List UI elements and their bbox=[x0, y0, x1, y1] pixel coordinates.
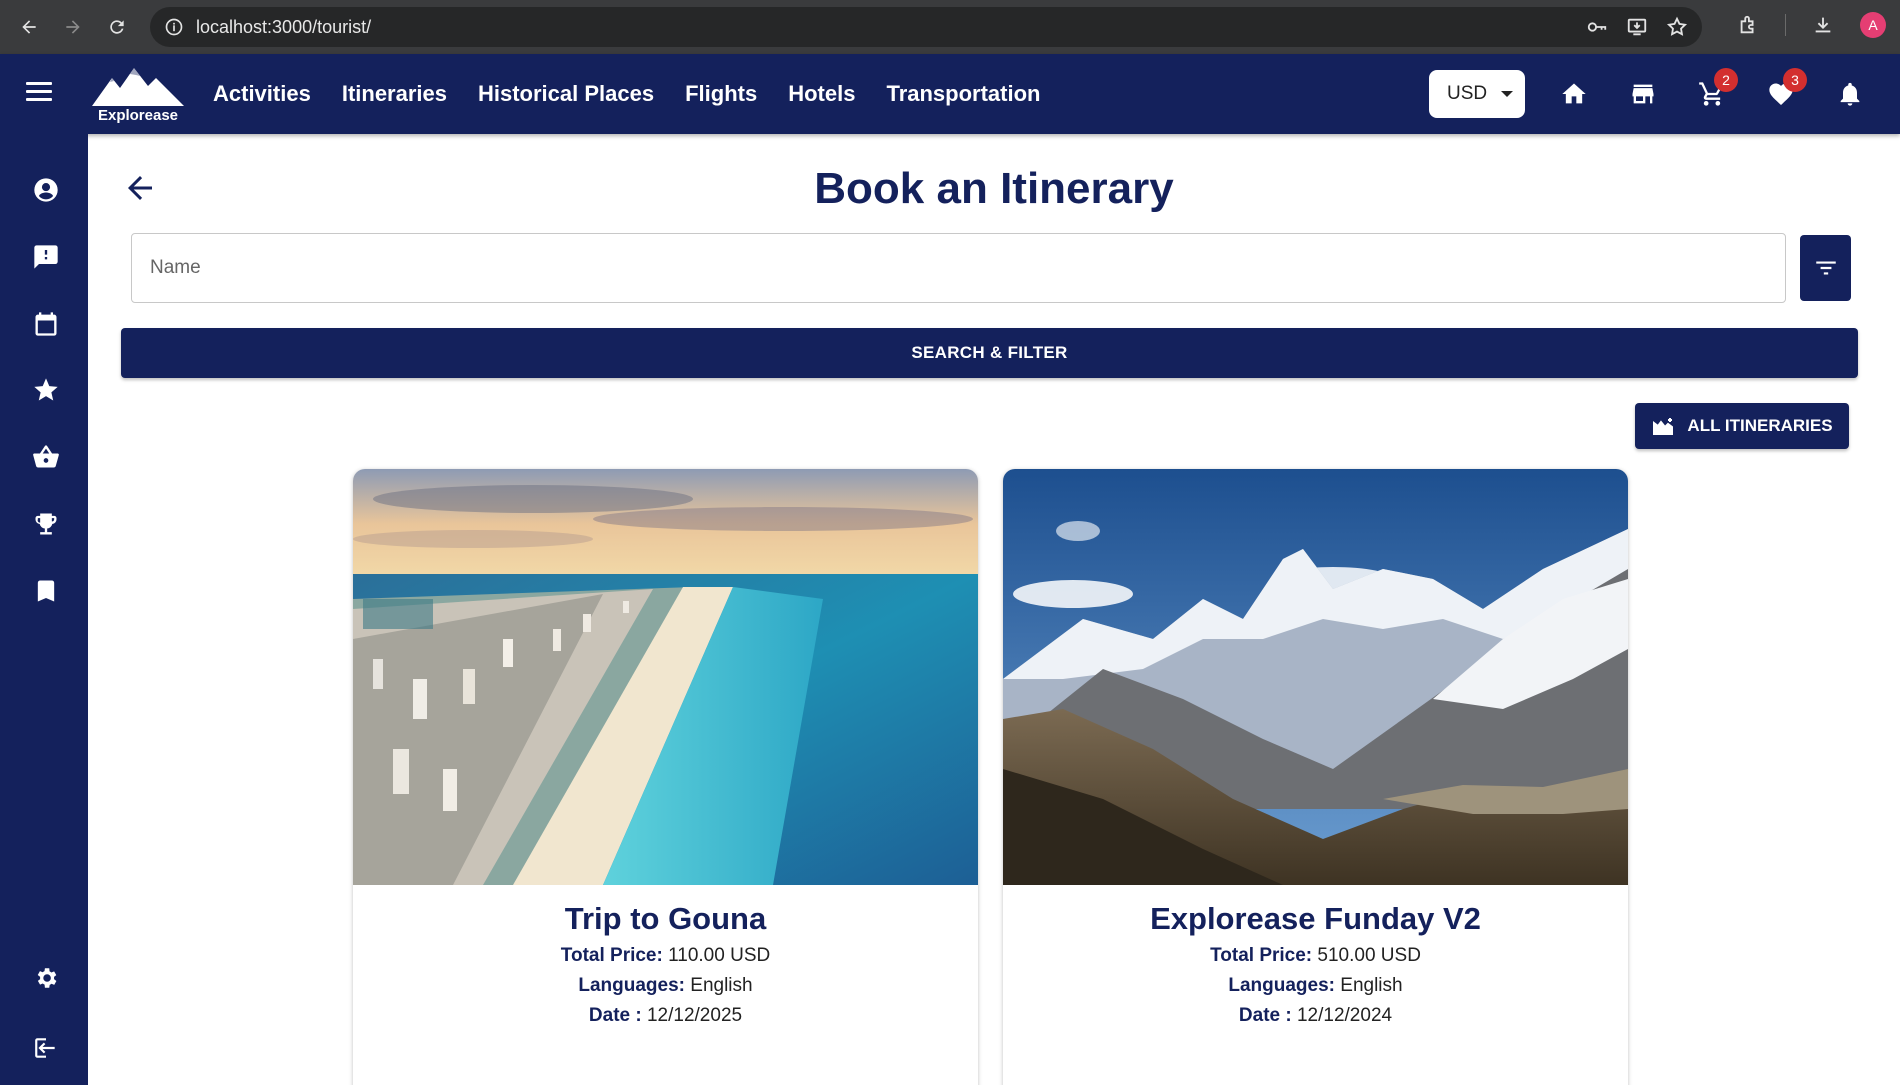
currency-value: USD bbox=[1447, 83, 1488, 104]
home-icon[interactable] bbox=[1552, 72, 1596, 116]
nav-hotels[interactable]: Hotels bbox=[788, 81, 855, 107]
browser-back-icon[interactable] bbox=[14, 12, 44, 42]
search-filter-button[interactable]: SEARCH & FILTER bbox=[121, 328, 1858, 378]
wishlist-count-badge: 3 bbox=[1783, 68, 1807, 92]
name-search-input[interactable] bbox=[131, 233, 1786, 303]
filter-icon bbox=[1815, 261, 1836, 275]
browser-toolbar: localhost:3000/tourist/ A bbox=[0, 0, 1900, 54]
itinerary-image-mountains bbox=[1003, 469, 1628, 885]
install-app-icon[interactable] bbox=[1626, 16, 1648, 38]
itinerary-name: Explorease Funday V2 bbox=[1150, 901, 1481, 936]
itinerary-image-beach bbox=[353, 469, 978, 885]
browser-reload-icon[interactable] bbox=[102, 12, 132, 42]
notifications-bell-icon[interactable] bbox=[1828, 72, 1872, 116]
main-nav: Activities Itineraries Historical Places… bbox=[213, 54, 1040, 134]
key-icon[interactable] bbox=[1586, 16, 1608, 38]
browser-forward-icon[interactable] bbox=[58, 12, 88, 42]
itinerary-languages: Languages: English bbox=[1228, 975, 1403, 996]
store-icon[interactable] bbox=[1621, 72, 1665, 116]
itinerary-date: Date : 12/12/2025 bbox=[588, 1005, 743, 1026]
app-header: Explorease Activities Itineraries Histor… bbox=[0, 54, 1900, 134]
nav-historical-places[interactable]: Historical Places bbox=[478, 81, 654, 107]
bookmark-icon[interactable] bbox=[28, 573, 64, 609]
currency-select[interactable]: USD bbox=[1429, 70, 1525, 118]
sidebar bbox=[0, 134, 88, 1085]
itinerary-price: Total Price: 510.00 USD bbox=[1210, 945, 1421, 966]
explorease-logo[interactable]: Explorease bbox=[90, 64, 186, 126]
nav-activities[interactable]: Activities bbox=[213, 81, 311, 107]
address-bar[interactable]: localhost:3000/tourist/ bbox=[150, 7, 1702, 47]
cart-count-badge: 2 bbox=[1714, 68, 1738, 92]
itinerary-price: Total Price: 110.00 USD bbox=[560, 945, 771, 966]
itinerary-name: Trip to Gouna bbox=[564, 901, 767, 936]
basket-icon[interactable] bbox=[28, 439, 64, 475]
download-icon[interactable] bbox=[1812, 14, 1834, 36]
nav-transportation[interactable]: Transportation bbox=[886, 81, 1040, 107]
all-itineraries-label: ALL ITINERARIES bbox=[1687, 416, 1833, 435]
filter-button[interactable] bbox=[1800, 235, 1851, 301]
profile-avatar[interactable]: A bbox=[1860, 12, 1886, 38]
chevron-down-icon bbox=[1501, 91, 1514, 97]
bookmark-star-icon[interactable] bbox=[1666, 16, 1688, 38]
main-content: Book an Itinerary SEARCH & FILTER ALL IT… bbox=[88, 134, 1900, 1085]
itinerary-landscape-icon bbox=[1653, 418, 1674, 435]
itinerary-card[interactable]: Trip to Gouna Total Price: 110.00 USD La… bbox=[353, 469, 978, 1085]
menu-icon[interactable] bbox=[26, 82, 52, 106]
wishlist-heart-icon[interactable]: 3 bbox=[1759, 68, 1807, 116]
nav-itineraries[interactable]: Itineraries bbox=[342, 81, 447, 107]
itinerary-date: Date : 12/12/2024 bbox=[1238, 1005, 1393, 1026]
page-title: Book an Itinerary bbox=[814, 164, 1174, 213]
logout-icon[interactable] bbox=[28, 1030, 64, 1066]
trophy-icon[interactable] bbox=[28, 506, 64, 542]
feedback-icon[interactable] bbox=[28, 239, 64, 275]
toolbar-separator bbox=[1785, 14, 1786, 36]
all-itineraries-button[interactable]: ALL ITINERARIES bbox=[1635, 403, 1849, 449]
cart-icon[interactable]: 2 bbox=[1690, 68, 1738, 116]
itinerary-card[interactable]: Explorease Funday V2 Total Price: 510.00… bbox=[1003, 469, 1628, 1085]
url-text[interactable]: localhost:3000/tourist/ bbox=[196, 17, 371, 38]
account-icon[interactable] bbox=[28, 172, 64, 208]
calendar-icon[interactable] bbox=[28, 306, 64, 342]
extensions-icon[interactable] bbox=[1737, 14, 1759, 36]
logo-text: Explorease bbox=[97, 107, 179, 124]
nav-flights[interactable]: Flights bbox=[685, 81, 757, 107]
star-icon[interactable] bbox=[28, 372, 64, 408]
site-info-icon[interactable] bbox=[164, 17, 184, 37]
settings-gear-icon[interactable] bbox=[28, 960, 64, 996]
itinerary-languages: Languages: English bbox=[578, 975, 753, 996]
